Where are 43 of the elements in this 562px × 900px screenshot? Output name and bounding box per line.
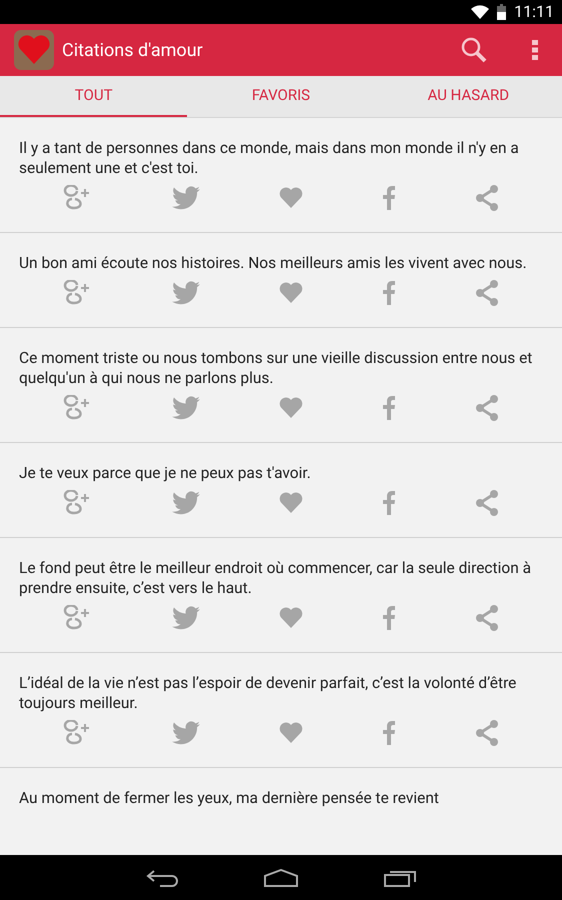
quote-text: Je te veux parce que je ne peux pas t'avoir.	[18, 463, 312, 483]
heart-icon[interactable]	[278, 722, 303, 744]
recent-apps-icon[interactable]	[384, 868, 416, 886]
bird-icon[interactable]	[172, 186, 200, 210]
share-icon[interactable]	[474, 280, 499, 306]
bird-icon[interactable]	[172, 281, 200, 305]
share-icon[interactable]	[474, 395, 499, 421]
search-icon[interactable]	[460, 36, 488, 64]
bird-icon[interactable]	[172, 491, 200, 515]
quote-text: Il y a tant de personnes dans ce monde, mais dans mon monde il n'y en a seulement une et c'est toi.	[18, 138, 520, 178]
app-title: Citations d'amour	[62, 38, 204, 62]
quote-text: Le fond peut être le meilleur endroit où commencer, car la seule direction à prendre ensuite, c’est vers le haut.	[18, 558, 532, 598]
home-icon[interactable]	[264, 868, 298, 886]
quote-text: Au moment de fermer les yeux, ma dernière pensée te revient	[18, 788, 440, 808]
heart-icon[interactable]	[278, 187, 303, 209]
facebook-icon[interactable]	[382, 396, 396, 420]
heart-icon[interactable]	[278, 397, 303, 419]
quote-text: L’idéal de la vie n’est pas l’espoir de devenir parfait, c’est la volonté d’être toujours meilleur.	[18, 673, 518, 713]
heart-icon[interactable]	[278, 282, 303, 304]
tab[interactable]: AU HASARD	[374, 76, 562, 117]
share-icon[interactable]	[474, 490, 499, 516]
app-logo-icon	[14, 30, 54, 70]
quote-text: Un bon ami écoute nos histoires. Nos meilleurs amis les vivent avec nous.	[18, 253, 528, 273]
menu-icon[interactable]	[532, 40, 538, 60]
share-icon[interactable]	[474, 720, 499, 746]
wifi-icon	[471, 5, 490, 19]
bird-icon[interactable]	[172, 396, 200, 420]
clock: 11:11	[514, 1, 554, 23]
facebook-icon[interactable]	[382, 186, 396, 210]
back-icon[interactable]	[146, 868, 178, 886]
facebook-icon[interactable]	[382, 606, 396, 630]
bird-icon[interactable]	[172, 606, 200, 630]
battery-icon	[497, 4, 506, 20]
tab[interactable]: FAVORIS	[187, 76, 375, 117]
facebook-icon[interactable]	[382, 491, 396, 515]
quote-text: Ce moment triste ou nous tombons sur une vieille discussion entre nous et quelqu'un à qui nous ne parlons plus.	[18, 348, 534, 388]
bird-icon[interactable]	[172, 721, 200, 745]
heart-icon[interactable]	[278, 492, 303, 514]
share-icon[interactable]	[474, 185, 499, 211]
share-icon[interactable]	[474, 605, 499, 631]
heart-icon[interactable]	[278, 607, 303, 629]
facebook-icon[interactable]	[382, 721, 396, 745]
facebook-icon[interactable]	[382, 281, 396, 305]
